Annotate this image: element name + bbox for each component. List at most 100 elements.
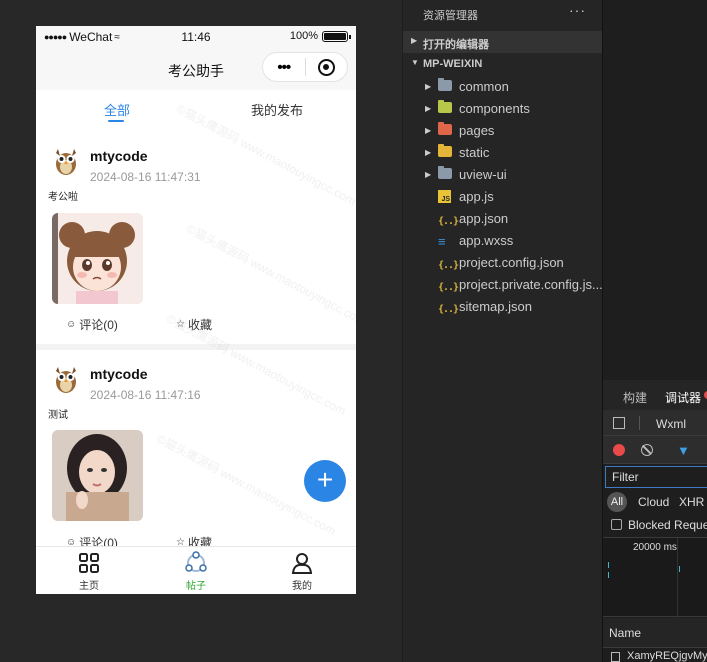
post-tabs: 全部 我的发布 (36, 90, 356, 126)
girl-photo-image (52, 430, 143, 521)
chevron-right-icon: ▶ (411, 36, 418, 45)
json-file-icon: {..} (438, 216, 459, 227)
more-actions-icon[interactable]: ··· (569, 2, 586, 18)
more-button[interactable]: ••• (263, 59, 305, 76)
owl-avatar (56, 367, 76, 393)
chevron-down-icon: ▼ (411, 58, 419, 67)
favorite-label: 收藏 (187, 318, 212, 332)
tabbar-label: 主页 (79, 581, 99, 592)
anime-girl-image (52, 213, 143, 304)
clear-icon[interactable] (641, 444, 653, 456)
menu-capsule: ••• (262, 52, 348, 82)
post-category: 考公啦 (48, 192, 78, 203)
type-filters: All Cloud XHR (603, 490, 707, 514)
comment-button[interactable]: ☺ 评论(0) (66, 316, 176, 333)
tabbar-item-posts[interactable]: 帖子 (161, 551, 231, 592)
request-row[interactable]: XamyREQjgvMy (603, 648, 707, 662)
json-file-icon: {..} (438, 260, 459, 271)
file-explorer: 资源管理器 ··· ▶ 打开的编辑器 ▼ MP-WEIXIN ▶ common … (402, 0, 603, 662)
add-post-button[interactable]: + (304, 460, 346, 502)
tab-all[interactable]: 全部 (104, 100, 130, 119)
tree-item-project-config[interactable]: {..} project.config.json (403, 252, 603, 274)
editor-area (603, 0, 707, 380)
components-folder-icon (438, 100, 452, 114)
network-timeline: 20000 ms (603, 537, 707, 618)
tabbar-label: 我的 (292, 581, 312, 592)
folder-icon (438, 166, 452, 180)
filter-xhr[interactable]: XHR (679, 495, 704, 509)
tabbar-label: 帖子 (186, 581, 206, 592)
filter-cloud[interactable]: Cloud (638, 495, 669, 509)
tab-indicator (108, 120, 124, 122)
js-file-icon: JS (438, 190, 452, 203)
tab-build[interactable]: 构建 (623, 389, 647, 406)
post-time: 2024-08-16 11:47:16 (90, 388, 201, 402)
tabbar-item-me[interactable]: 我的 (267, 551, 337, 592)
json-file-icon: {..} (438, 304, 459, 315)
status-bar: ●●●●● WeChat ≈ 11:46 100% (36, 26, 356, 48)
explorer-title: 资源管理器 (423, 10, 478, 22)
comment-icon: ☺ (66, 319, 77, 330)
post-category: 测试 (48, 410, 68, 421)
tab-debugger[interactable]: 调试器 (665, 389, 701, 412)
filter-icon[interactable]: ▼ (677, 443, 690, 458)
name-column-header[interactable]: Name (603, 618, 707, 648)
simulator-panel: ●●●●● WeChat ≈ 11:46 100% 考公助手 ••• 全部 我的… (0, 0, 402, 662)
post-image[interactable] (52, 430, 143, 521)
post-image[interactable] (52, 213, 143, 304)
folder-icon (438, 78, 452, 92)
battery-percent: 100% (289, 30, 318, 42)
nav-bar: 考公助手 ••• (36, 48, 356, 90)
chevron-right-icon: ▶ (425, 82, 432, 91)
owl-avatar (56, 149, 76, 175)
tab-my-posts[interactable]: 我的发布 (251, 100, 303, 119)
checkbox[interactable] (611, 519, 622, 530)
chevron-right-icon: ▶ (425, 170, 432, 179)
devtools-toolbar: Wxml (603, 410, 707, 436)
share-icon (185, 551, 207, 572)
tree-item-app-js[interactable]: JS app.js (403, 186, 603, 208)
tree-item-components[interactable]: ▶ components (403, 98, 603, 120)
battery-icon (322, 30, 351, 42)
open-editors-section[interactable]: ▶ 打开的编辑器 (403, 31, 603, 53)
devtools-panel: 构建 调试器 Wxml ▼ Filter All Cloud XHR Block… (602, 0, 707, 662)
inspect-icon[interactable] (613, 417, 625, 429)
devtools-tabs: 构建 调试器 (603, 380, 707, 412)
tree-item-app-json[interactable]: {..} app.json (403, 208, 603, 230)
json-file-icon: {..} (438, 282, 459, 293)
tab-wxml[interactable]: Wxml (656, 417, 686, 431)
comment-label: 评论(0) (79, 318, 118, 332)
file-icon (611, 652, 620, 662)
project-section[interactable]: ▼ MP-WEIXIN (403, 53, 603, 75)
user-icon (291, 553, 313, 574)
static-folder-icon (438, 144, 452, 158)
tree-item-sitemap[interactable]: {..} sitemap.json (403, 296, 603, 318)
tree-item-pages[interactable]: ▶ pages (403, 120, 603, 142)
pages-folder-icon (438, 122, 452, 136)
filter-input[interactable]: Filter (605, 466, 707, 488)
favorite-button[interactable]: ☆ 收藏 (176, 316, 212, 333)
tree-item-static[interactable]: ▶ static (403, 142, 603, 164)
grid-icon (79, 553, 99, 573)
post-author: mtycode (90, 366, 148, 382)
tree-item-uview-ui[interactable]: ▶ uview-ui (403, 164, 603, 186)
filter-all[interactable]: All (607, 492, 627, 512)
chevron-right-icon: ▶ (425, 126, 432, 135)
close-icon (317, 58, 335, 76)
phone-screen: ●●●●● WeChat ≈ 11:46 100% 考公助手 ••• 全部 我的… (36, 26, 356, 594)
blocked-requests-option[interactable]: Blocked Reque (603, 514, 707, 536)
star-icon: ☆ (176, 319, 185, 330)
timeline-label: 20000 ms (633, 542, 677, 553)
record-icon[interactable] (613, 444, 625, 456)
tabbar-item-home[interactable]: 主页 (54, 551, 124, 592)
post-card[interactable]: 考公啦 mtycode 2024-08-16 11:47:31 ☺ 评论(0) … (36, 126, 356, 344)
network-toolbar: ▼ (603, 436, 707, 464)
post-card[interactable]: 测试 mtycode 2024-08-16 11:47:16 ☺ 评论(0) ☆… (36, 344, 356, 550)
tree-item-project-private-config[interactable]: {..} project.private.config.js... (403, 274, 603, 296)
tree-item-app-wxss[interactable]: ≡ app.wxss (403, 230, 603, 252)
chevron-right-icon: ▶ (425, 104, 432, 113)
tab-bar: 主页 帖子 我的 (36, 546, 356, 594)
chevron-right-icon: ▶ (425, 148, 432, 157)
tree-item-common[interactable]: ▶ common (403, 76, 603, 98)
close-button[interactable] (305, 58, 347, 76)
